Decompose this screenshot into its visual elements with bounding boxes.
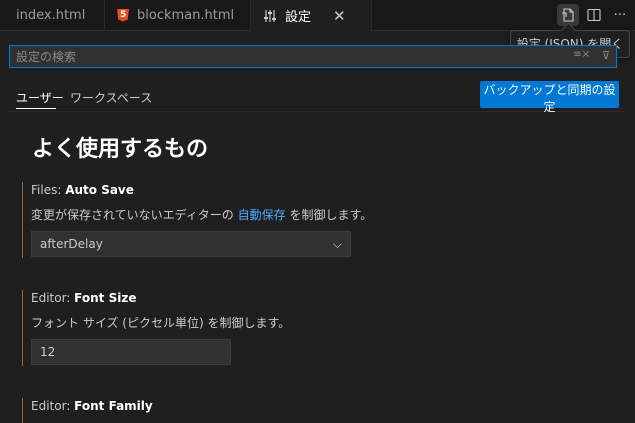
tab-blockman-html[interactable]: blockman.html bbox=[105, 0, 251, 30]
modified-indicator bbox=[22, 398, 23, 423]
tab-user[interactable]: ユーザー bbox=[16, 89, 64, 106]
tab-label: index.html bbox=[16, 7, 86, 23]
settings-sliders-icon bbox=[264, 9, 276, 22]
auto-save-link[interactable]: 自動保存 bbox=[238, 208, 286, 222]
active-tab-indicator bbox=[16, 108, 56, 109]
setting-editor-font-family: Editor: Font Family bbox=[22, 398, 262, 423]
html5-icon bbox=[117, 8, 129, 22]
close-icon[interactable]: ✕ bbox=[333, 7, 346, 25]
setting-editor-font-size: Editor: Font Size フォント サイズ (ピクセル単位) を制御し… bbox=[22, 290, 290, 368]
more-actions-icon[interactable]: ··· bbox=[609, 4, 631, 26]
editor-tab-bar: index.html blockman.html 設定 ✕ ··· bbox=[0, 0, 635, 31]
filter-icon[interactable]: ⊽ bbox=[602, 49, 610, 62]
tab-index-html[interactable]: index.html bbox=[0, 0, 105, 30]
chevron-down-icon: ⌵ bbox=[332, 237, 342, 251]
modified-indicator bbox=[22, 290, 23, 366]
tab-label: 設定 bbox=[285, 10, 312, 25]
tab-workspace[interactable]: ワークスペース bbox=[70, 89, 152, 106]
setting-title: Files: Auto Save bbox=[31, 183, 134, 197]
clear-filter-icon[interactable]: ≡× bbox=[573, 49, 590, 60]
split-editor-icon[interactable] bbox=[583, 4, 605, 26]
setting-description: 変更が保存されていないエディターの 自動保存 を制御します。 bbox=[31, 208, 373, 222]
backup-sync-button[interactable]: バックアップと同期の設定 bbox=[480, 81, 619, 114]
setting-title: Editor: Font Family bbox=[31, 399, 153, 413]
divider bbox=[9, 111, 625, 112]
font-size-input[interactable]: 12 bbox=[31, 339, 231, 365]
setting-description: フォント サイズ (ピクセル単位) を制御します。 bbox=[31, 316, 291, 330]
setting-files-auto-save: Files: Auto Save 変更が保存されていないエディターの 自動保存 … bbox=[22, 182, 372, 260]
settings-search-box: ≡× ⊽ bbox=[9, 45, 617, 68]
search-input[interactable] bbox=[10, 46, 496, 67]
section-title: よく使用するもの bbox=[32, 137, 209, 162]
auto-save-select[interactable]: afterDelay ⌵ bbox=[31, 231, 351, 257]
tab-label: blockman.html bbox=[137, 7, 235, 23]
tab-settings[interactable]: 設定 ✕ bbox=[251, 0, 372, 31]
modified-indicator bbox=[22, 182, 23, 258]
setting-title: Editor: Font Size bbox=[31, 291, 137, 305]
